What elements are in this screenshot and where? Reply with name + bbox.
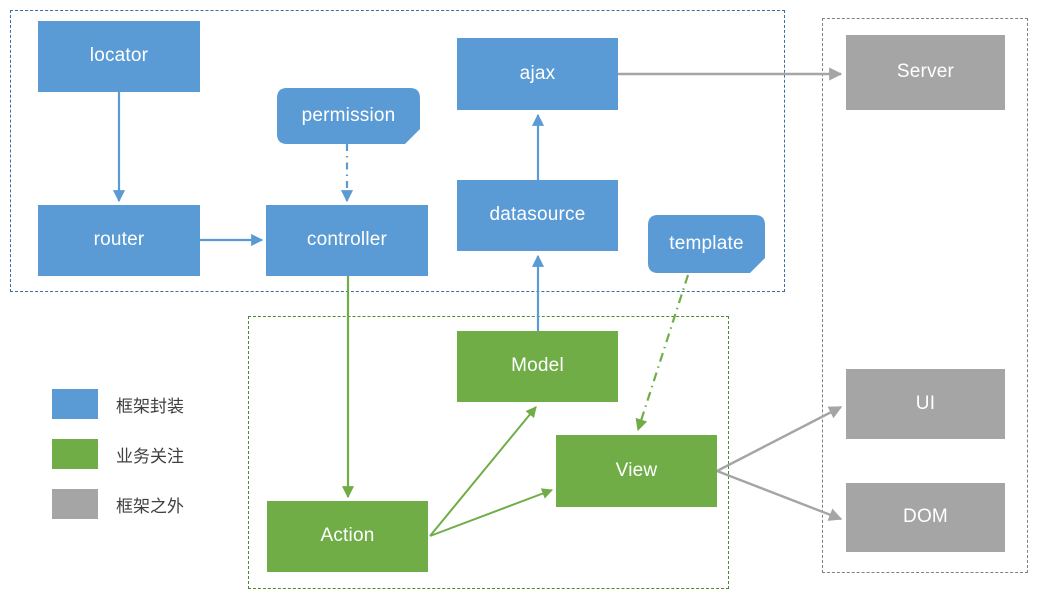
- node-datasource[interactable]: datasource: [457, 180, 618, 251]
- legend-framework-swatch: [52, 389, 98, 419]
- legend-outside: 框架之外: [52, 485, 242, 523]
- node-locator[interactable]: locator: [38, 21, 200, 92]
- node-label-dom: DOM: [903, 506, 948, 528]
- node-label-router: router: [93, 229, 145, 251]
- node-label-server: Server: [896, 61, 955, 83]
- legend-outside-label: 框架之外: [116, 496, 184, 516]
- architecture-diagram: locator router permission controller ajax dat…: [0, 0, 1041, 603]
- node-label-datasource: datasource: [489, 204, 586, 226]
- node-label-action: Action: [320, 525, 375, 547]
- node-action[interactable]: Action: [267, 501, 428, 572]
- node-label-controller: controller: [306, 229, 388, 251]
- node-router[interactable]: router: [38, 205, 200, 276]
- node-permission[interactable]: permission: [277, 88, 420, 144]
- legend-framework: 框架封装: [52, 385, 242, 423]
- legend-framework-label: 框架封装: [116, 396, 184, 416]
- legend-business-swatch: [52, 439, 98, 469]
- node-label-ajax: ajax: [519, 62, 556, 84]
- node-label-permission: permission: [301, 104, 396, 126]
- legend-business: 业务关注: [52, 435, 242, 473]
- node-template[interactable]: template: [648, 215, 765, 273]
- node-ajax[interactable]: ajax: [457, 38, 618, 110]
- node-dom[interactable]: DOM: [846, 483, 1005, 552]
- node-label-view: View: [615, 459, 658, 481]
- legend-outside-swatch: [52, 489, 98, 519]
- node-server[interactable]: Server: [846, 35, 1005, 110]
- node-label-model: Model: [511, 355, 564, 377]
- node-view[interactable]: View: [556, 435, 717, 507]
- legend-business-label: 业务关注: [116, 446, 184, 466]
- node-label-template: template: [669, 232, 744, 254]
- node-label-locator: locator: [89, 45, 149, 67]
- node-controller[interactable]: controller: [266, 205, 428, 276]
- legend: 框架封装业务关注框架之外: [52, 385, 242, 535]
- node-ui[interactable]: UI: [846, 369, 1005, 439]
- node-label-ui: UI: [915, 392, 936, 414]
- node-model[interactable]: Model: [457, 331, 618, 402]
